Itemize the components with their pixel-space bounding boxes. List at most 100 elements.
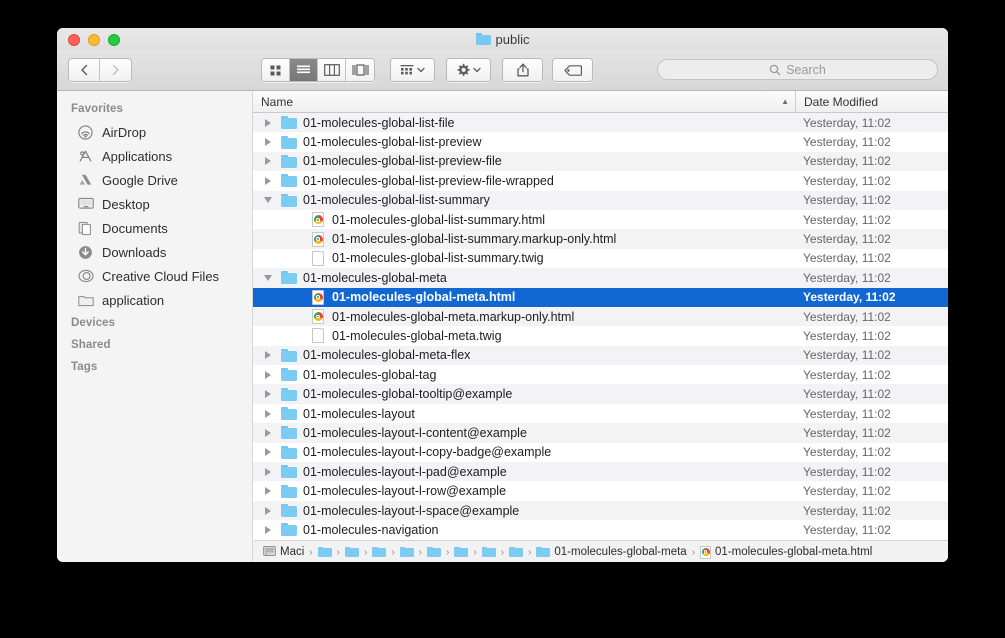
triangle-down-icon <box>263 274 272 281</box>
path-bar-item[interactable] <box>399 546 414 558</box>
table-row[interactable]: 01-molecules-global-list-preview Yesterda… <box>253 132 948 152</box>
path-bar-label: Maci <box>280 546 305 558</box>
chevron-down-icon <box>473 67 481 73</box>
table-row[interactable]: 01-molecules-global-meta.html Yesterday, … <box>253 287 948 307</box>
path-bar-item[interactable]: 01-molecules-global-meta.html <box>700 545 872 559</box>
disclosure-triangle-closed-icon[interactable] <box>261 118 274 127</box>
search-field[interactable]: Search <box>657 59 938 80</box>
triangle-right-icon <box>264 409 271 418</box>
file-name-text: 01-molecules-layout-l-copy-badge@example <box>303 445 552 460</box>
disclosure-triangle-closed-icon[interactable] <box>261 487 274 496</box>
sidebar-item-documents[interactable]: Documents <box>57 216 252 240</box>
gallery-view-button[interactable] <box>346 59 374 81</box>
table-row[interactable]: 01-molecules-layout-l-row@example Yesterd… <box>253 481 948 501</box>
table-row[interactable]: 01-molecules-global-tag Yesterday, 11:02 <box>253 365 948 385</box>
sidebar-item-creative-cloud-files[interactable]: Creative Cloud Files <box>57 264 252 288</box>
file-name-text: 01-molecules-global-list-summary <box>303 193 490 208</box>
path-bar-item[interactable] <box>344 546 359 558</box>
disclosure-triangle-closed-icon[interactable] <box>261 370 274 379</box>
table-row[interactable]: 01-molecules-layout Yesterday, 11:02 <box>253 403 948 424</box>
disclosure-triangle-closed-icon[interactable] <box>261 351 274 360</box>
sidebar-item-application[interactable]: application <box>57 288 252 312</box>
column-view-button[interactable] <box>318 59 346 81</box>
table-row[interactable]: 01-molecules-global-list-preview-file Yes… <box>253 151 948 172</box>
table-row[interactable]: 01-molecules-global-meta.markup-only.htm… <box>253 306 948 327</box>
path-bar-item[interactable] <box>509 546 524 558</box>
file-name-cell: 01-molecules-global-tooltip@example <box>253 384 795 403</box>
table-row[interactable]: 01-molecules-global-list-summary.html Yes… <box>253 209 948 230</box>
tag-button[interactable] <box>553 59 592 81</box>
folder-icon <box>281 522 297 538</box>
disclosure-triangle-closed-icon[interactable] <box>261 157 274 166</box>
path-bar-item[interactable]: Maci <box>263 545 304 560</box>
path-bar-item[interactable] <box>427 546 441 558</box>
column-header-date-modified[interactable]: Date Modified <box>795 91 948 112</box>
gear-icon <box>457 63 470 76</box>
sidebar-item-desktop[interactable]: Desktop <box>57 192 252 216</box>
table-row[interactable]: 01-molecules-layout-l-content@example Yes… <box>253 423 948 443</box>
folder-icon <box>281 153 297 169</box>
disclosure-triangle-closed-icon[interactable] <box>261 390 274 399</box>
table-row[interactable]: 01-molecules-global-list-summary.markup-… <box>253 229 948 249</box>
path-bar-item[interactable]: 01-molecules-global-meta <box>536 546 687 558</box>
forward-button[interactable] <box>100 59 131 81</box>
file-name-text: 01-molecules-global-list-preview-file <box>303 154 502 169</box>
disclosure-triangle-closed-icon[interactable] <box>261 409 274 418</box>
chrome-document-glyph <box>312 231 324 247</box>
disclosure-triangle-open-icon[interactable] <box>261 274 274 281</box>
arrange-by-button[interactable] <box>391 59 434 81</box>
path-separator-icon: › <box>391 546 395 558</box>
disclosure-triangle-closed-icon[interactable] <box>261 138 274 147</box>
path-bar-item[interactable] <box>317 546 332 558</box>
sidebar-item-airdrop[interactable]: AirDrop <box>57 120 252 144</box>
table-row[interactable]: 01-molecules-global-meta-flex Yesterday, … <box>253 345 948 366</box>
table-row[interactable]: 01-molecules-navigation Yesterday, 11:02 <box>253 520 948 540</box>
table-row[interactable]: 01-molecules-global-meta Yesterday, 11:02 <box>253 268 948 288</box>
table-row[interactable]: 01-molecules-layout-l-space@example Yeste… <box>253 500 948 521</box>
date-modified-cell: Yesterday, 11:02 <box>803 406 891 421</box>
disclosure-triangle-closed-icon[interactable] <box>261 448 274 457</box>
folder-icon <box>77 292 94 309</box>
path-bar-item[interactable] <box>454 546 469 558</box>
back-button[interactable] <box>69 59 100 81</box>
sidebar-item-google-drive[interactable]: Google Drive <box>57 168 252 192</box>
sidebar-item-applications[interactable]: Applications <box>57 144 252 168</box>
column-header-name[interactable]: Name ▲ <box>253 91 795 112</box>
chrome-document-glyph <box>312 289 324 305</box>
table-row[interactable]: 01-molecules-global-list-file Yesterday, … <box>253 113 948 133</box>
sidebar-item-downloads[interactable]: Downloads <box>57 240 252 264</box>
file-name-cell: 01-molecules-global-meta.markup-only.htm… <box>253 307 795 326</box>
search-icon <box>769 64 781 75</box>
triangle-right-icon <box>264 448 271 457</box>
list-view-button[interactable] <box>290 59 318 81</box>
table-row[interactable]: 01-molecules-global-list-summary.twig Yes… <box>253 248 948 269</box>
folder-glyph <box>281 484 297 498</box>
triangle-right-icon <box>264 138 271 147</box>
table-row[interactable]: 01-molecules-global-meta.twig Yesterday, … <box>253 326 948 346</box>
table-row[interactable]: 01-molecules-global-tooltip@example Yeste… <box>253 384 948 404</box>
table-row[interactable]: 01-molecules-layout-l-pad@example Yesterd… <box>253 462 948 482</box>
disclosure-triangle-closed-icon[interactable] <box>261 506 274 515</box>
file-name-cell: 01-molecules-global-tag <box>253 365 795 384</box>
document-icon <box>310 250 326 266</box>
action-menu-button[interactable] <box>447 59 490 81</box>
path-separator-icon: › <box>418 546 422 558</box>
icon-view-button[interactable] <box>262 59 290 81</box>
table-row[interactable]: 01-molecules-global-list-summary Yesterda… <box>253 190 948 210</box>
table-row[interactable]: 01-molecules-global-list-preview-file-wr… <box>253 171 948 191</box>
folder-glyph <box>281 523 297 537</box>
disclosure-triangle-closed-icon[interactable] <box>261 467 274 476</box>
share-button[interactable] <box>503 59 542 81</box>
triangle-right-icon <box>264 351 271 360</box>
document-icon <box>310 328 326 344</box>
disclosure-triangle-closed-icon[interactable] <box>261 525 274 534</box>
disclosure-triangle-closed-icon[interactable] <box>261 428 274 437</box>
path-bar-item[interactable] <box>372 546 387 558</box>
disclosure-triangle-closed-icon[interactable] <box>261 176 274 185</box>
tags-button-group <box>552 58 593 82</box>
disclosure-triangle-open-icon[interactable] <box>261 197 274 204</box>
file-name-cell: 01-molecules-global-list-summary.twig <box>253 249 795 268</box>
date-modified-cell: Yesterday, 11:02 <box>803 522 891 537</box>
table-row[interactable]: 01-molecules-layout-l-copy-badge@example… <box>253 442 948 463</box>
path-bar-item[interactable] <box>481 546 496 558</box>
